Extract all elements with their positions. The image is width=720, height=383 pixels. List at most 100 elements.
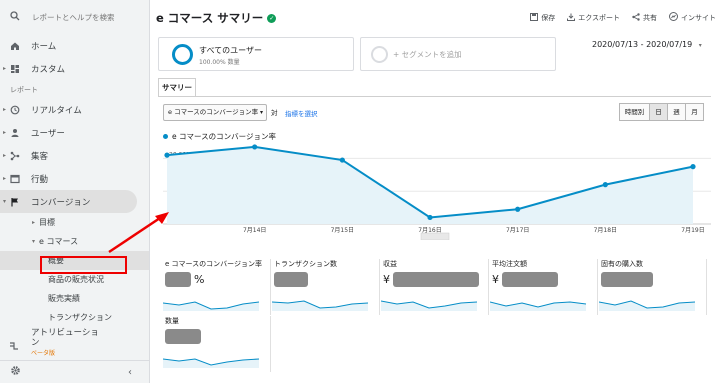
metric-select-value: e コマースのコンバージョン率: [168, 108, 259, 116]
x-tick-label: 7月18日: [594, 227, 617, 234]
tab-divider: [158, 96, 711, 97]
x-tick-label: 7月19日: [681, 227, 704, 234]
nav-audience-label: ユーザー: [31, 128, 65, 139]
scorecard[interactable]: 平均注文額 ¥: [490, 259, 598, 315]
nav-behavior-label: 行動: [31, 174, 49, 185]
scorecard[interactable]: 固有の購入数: [599, 259, 707, 315]
caret-right-icon: ▸: [3, 152, 7, 159]
data-point: [164, 152, 170, 158]
nav-realtime[interactable]: ▸ リアルタイム: [0, 98, 149, 121]
segment-all-users[interactable]: すべてのユーザー 100.00% 数量: [158, 37, 354, 71]
data-point: [690, 164, 696, 170]
segment-circle-icon: [172, 44, 193, 65]
share-button[interactable]: 共有: [632, 12, 657, 23]
nav-home-label: ホーム: [31, 41, 57, 52]
sparkline: [490, 301, 587, 311]
insights-button[interactable]: インサイト: [669, 12, 716, 23]
scorecard[interactable]: 収益 ¥: [381, 259, 489, 315]
nav-attribution[interactable]: アトリビューション ベータ版: [0, 326, 150, 360]
scorecard-value: [165, 329, 201, 344]
nav-behavior[interactable]: ▸ 行動: [0, 167, 149, 190]
nav-conversions-label: コンバージョン: [31, 197, 91, 208]
flag-icon: [9, 197, 21, 207]
x-tick-label: 7月15日: [331, 227, 354, 234]
section-reports: レポート: [10, 86, 38, 94]
nav-audience[interactable]: ▸ ユーザー: [0, 121, 149, 144]
nav-transactions[interactable]: トランザクション: [0, 308, 149, 327]
add-segment-label: + セグメントを追加: [393, 50, 462, 59]
scorecard-value: %: [165, 272, 204, 287]
scorecard-value: [274, 272, 308, 287]
choose-metric-link[interactable]: 指標を選択: [285, 108, 318, 118]
dropdown-arrow-icon: ▾: [698, 42, 702, 49]
nav-sales-performance[interactable]: 販売実績: [0, 289, 149, 308]
period-hourly[interactable]: 時間別: [619, 103, 650, 121]
redacted-value: [165, 329, 201, 344]
caret-right-icon: ▸: [32, 219, 36, 226]
caret-down-icon: ▾: [3, 198, 7, 205]
home-icon: [9, 41, 21, 51]
page-title: e コマース サマリー: [156, 11, 264, 25]
header-actions: 保存 エクスポート 共有 インサイト: [530, 12, 716, 23]
period-week[interactable]: 週: [667, 103, 686, 121]
period-day[interactable]: 日: [649, 103, 668, 121]
verified-check-icon: ✓: [267, 13, 277, 23]
redacted-value: [274, 272, 308, 287]
scorecard-label: 平均注文額: [492, 260, 527, 268]
export-button[interactable]: エクスポート: [567, 12, 620, 23]
scorecard-label: 数量: [165, 317, 179, 325]
redacted-value: [601, 272, 653, 287]
scorecard[interactable]: トランザクション数: [272, 259, 380, 315]
period-month[interactable]: 月: [685, 103, 704, 121]
nav-custom-label: カスタム: [31, 64, 66, 75]
redacted-value: [393, 272, 479, 287]
search-placeholder: レポートとヘルプを検索: [32, 12, 115, 22]
scorecard-label: 収益: [383, 260, 397, 268]
acquisition-icon: [9, 151, 21, 161]
add-segment-button[interactable]: + セグメントを追加: [360, 37, 556, 71]
search-box[interactable]: レポートとヘルプを検索: [0, 0, 149, 34]
scorecard-value: ¥: [492, 272, 558, 287]
scorecard[interactable]: 数量: [163, 316, 271, 372]
share-label: 共有: [643, 13, 657, 22]
scorecard[interactable]: e コマースのコンバージョン率%: [163, 259, 271, 315]
behavior-icon: [9, 174, 21, 184]
currency-symbol: ¥: [492, 273, 499, 286]
search-icon: [10, 11, 20, 23]
metric-select[interactable]: e コマースのコンバージョン率 ▾: [163, 104, 267, 121]
highlight-box: [40, 256, 127, 274]
nav-home[interactable]: ホーム: [0, 34, 149, 57]
sidebar: レポートとヘルプを検索 ホーム ▸ カスタム レポート ▸ リアルタイム ▸ ユ…: [0, 0, 150, 383]
save-label: 保存: [541, 13, 556, 22]
data-point: [252, 144, 258, 150]
gear-icon[interactable]: [10, 365, 21, 379]
save-button[interactable]: 保存: [530, 12, 555, 23]
annotation-arrow: [108, 212, 169, 254]
save-icon: [530, 12, 539, 23]
scorecard-label: トランザクション数: [274, 260, 337, 268]
nav-realtime-label: リアルタイム: [31, 105, 82, 116]
data-point: [427, 214, 433, 221]
scorecard-value: ¥: [383, 272, 479, 287]
nav-attribution-label: アトリビューション: [31, 328, 99, 348]
unit-suffix: %: [194, 273, 205, 286]
nav-transactions-label: トランザクション: [48, 313, 112, 322]
nav-custom[interactable]: ▸ カスタム: [0, 57, 149, 80]
x-tick-label: 7月17日: [506, 227, 529, 234]
data-point: [339, 157, 345, 163]
collapse-chevron-icon[interactable]: ‹: [128, 367, 132, 378]
nav-acquisition[interactable]: ▸ 集客: [0, 144, 149, 167]
date-range-picker[interactable]: 2020/07/13 - 2020/07/19 ▾: [592, 40, 702, 49]
scorecard-label: 固有の購入数: [601, 260, 643, 268]
dropdown-arrow-icon: ▾: [259, 109, 263, 116]
period-toggle: 時間別 日 週 月: [619, 103, 704, 121]
caret-right-icon: ▸: [3, 129, 7, 136]
caret-down-icon: ▾: [32, 238, 36, 245]
vs-label: 対: [271, 109, 278, 117]
data-point: [515, 206, 521, 212]
tab-summary[interactable]: サマリー: [158, 78, 196, 97]
nav-goals-label: 目標: [39, 218, 56, 227]
nav-acquisition-label: 集客: [31, 151, 49, 162]
x-tick-label: 7月14日: [243, 227, 266, 234]
insights-label: インサイト: [681, 13, 716, 22]
